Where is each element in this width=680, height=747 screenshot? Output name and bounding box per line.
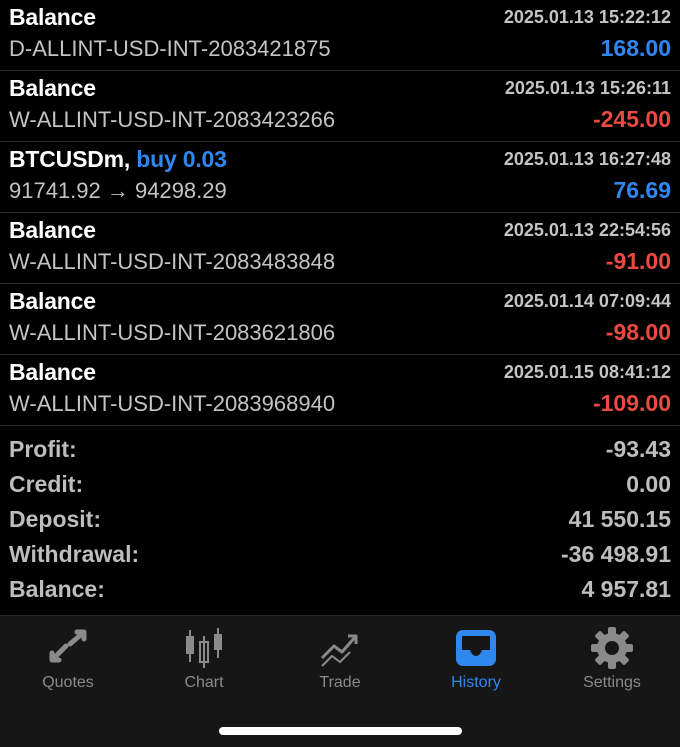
- history-inbox-icon: [456, 630, 496, 666]
- row-detail: 91741.92 → 94298.29: [9, 178, 227, 203]
- row-time: 2025.01.13 15:22:12: [503, 7, 671, 27]
- summary-balance: Balance: 4 957.81: [0, 572, 680, 607]
- row-title: Balance: [9, 217, 96, 243]
- tab-label: Quotes: [42, 674, 94, 691]
- row-title: Balance: [9, 75, 96, 101]
- tab-label: Trade: [319, 674, 361, 691]
- home-indicator[interactable]: [219, 727, 462, 735]
- row-amount: 168.00: [600, 35, 671, 61]
- history-row[interactable]: Balance 2025.01.13 15:26:11 W-ALLINT-USD…: [0, 71, 680, 142]
- summary-label: Balance:: [9, 576, 105, 602]
- row-time: 2025.01.14 07:09:44: [503, 291, 671, 311]
- tab-chart[interactable]: Chart: [136, 616, 272, 706]
- summary-profit: Profit: -93.43: [0, 432, 680, 467]
- history-row[interactable]: Balance 2025.01.14 07:09:44 W-ALLINT-USD…: [0, 284, 680, 355]
- summary-label: Profit:: [9, 436, 77, 462]
- tab-label: Chart: [184, 674, 224, 691]
- history-list: Balance 2025.01.13 15:22:12 D-ALLINT-USD…: [0, 0, 680, 426]
- candlestick-chart-icon: [186, 628, 222, 668]
- summary-value: 4 957.81: [581, 576, 671, 602]
- row-title: Balance: [9, 359, 96, 385]
- row-symbol: BTCUSDm,: [9, 146, 131, 172]
- summary-label: Credit:: [9, 471, 84, 497]
- row-amount: -91.00: [605, 248, 671, 274]
- summary-label: Withdrawal:: [9, 541, 140, 567]
- row-amount: -245.00: [592, 106, 671, 132]
- quotes-arrows-icon: [49, 629, 87, 663]
- history-row[interactable]: Balance 2025.01.15 08:41:12 W-ALLINT-USD…: [0, 355, 680, 426]
- row-detail: W-ALLINT-USD-INT-2083621806: [9, 320, 336, 345]
- row-detail: D-ALLINT-USD-INT-2083421875: [9, 36, 331, 61]
- row-time: 2025.01.13 16:27:48: [503, 149, 671, 169]
- row-amount: -109.00: [592, 390, 671, 416]
- row-detail: W-ALLINT-USD-INT-2083423266: [9, 107, 336, 132]
- tab-settings[interactable]: Settings: [544, 616, 680, 706]
- row-time: 2025.01.13 15:26:11: [504, 78, 671, 98]
- history-row[interactable]: Balance 2025.01.13 22:54:56 W-ALLINT-USD…: [0, 213, 680, 284]
- gear-icon: [591, 627, 633, 669]
- history-row[interactable]: BTCUSDm, buy 0.03 2025.01.13 16:27:48 91…: [0, 142, 680, 213]
- history-row[interactable]: Balance 2025.01.13 15:22:12 D-ALLINT-USD…: [0, 0, 680, 71]
- account-summary: Profit: -93.43 Credit: 0.00 Deposit: 41 …: [0, 432, 680, 607]
- summary-value: 41 550.15: [568, 506, 671, 532]
- row-time: 2025.01.15 08:41:12: [503, 362, 671, 382]
- summary-deposit: Deposit: 41 550.15: [0, 502, 680, 537]
- trade-trend-icon: [320, 634, 358, 667]
- row-detail: W-ALLINT-USD-INT-2083483848: [9, 249, 336, 274]
- tab-trade[interactable]: Trade: [272, 616, 408, 706]
- summary-value: -93.43: [605, 436, 671, 462]
- tab-label: History: [451, 674, 501, 691]
- row-time: 2025.01.13 22:54:56: [503, 220, 671, 240]
- summary-value: 0.00: [626, 471, 671, 497]
- row-title: BTCUSDm, buy 0.03: [9, 146, 227, 173]
- row-detail: W-ALLINT-USD-INT-2083968940: [9, 391, 336, 416]
- summary-credit: Credit: 0.00: [0, 467, 680, 502]
- row-amount: 76.69: [613, 177, 671, 203]
- tab-quotes[interactable]: Quotes: [0, 616, 136, 706]
- tab-label: Settings: [583, 674, 641, 691]
- tab-history[interactable]: History: [408, 616, 544, 706]
- summary-label: Deposit:: [9, 506, 101, 532]
- row-amount: -98.00: [605, 319, 671, 345]
- row-side: buy 0.03: [136, 146, 227, 172]
- summary-value: -36 498.91: [561, 541, 671, 567]
- row-title: Balance: [9, 4, 96, 30]
- row-title: Balance: [9, 288, 96, 314]
- summary-withdrawal: Withdrawal: -36 498.91: [0, 537, 680, 572]
